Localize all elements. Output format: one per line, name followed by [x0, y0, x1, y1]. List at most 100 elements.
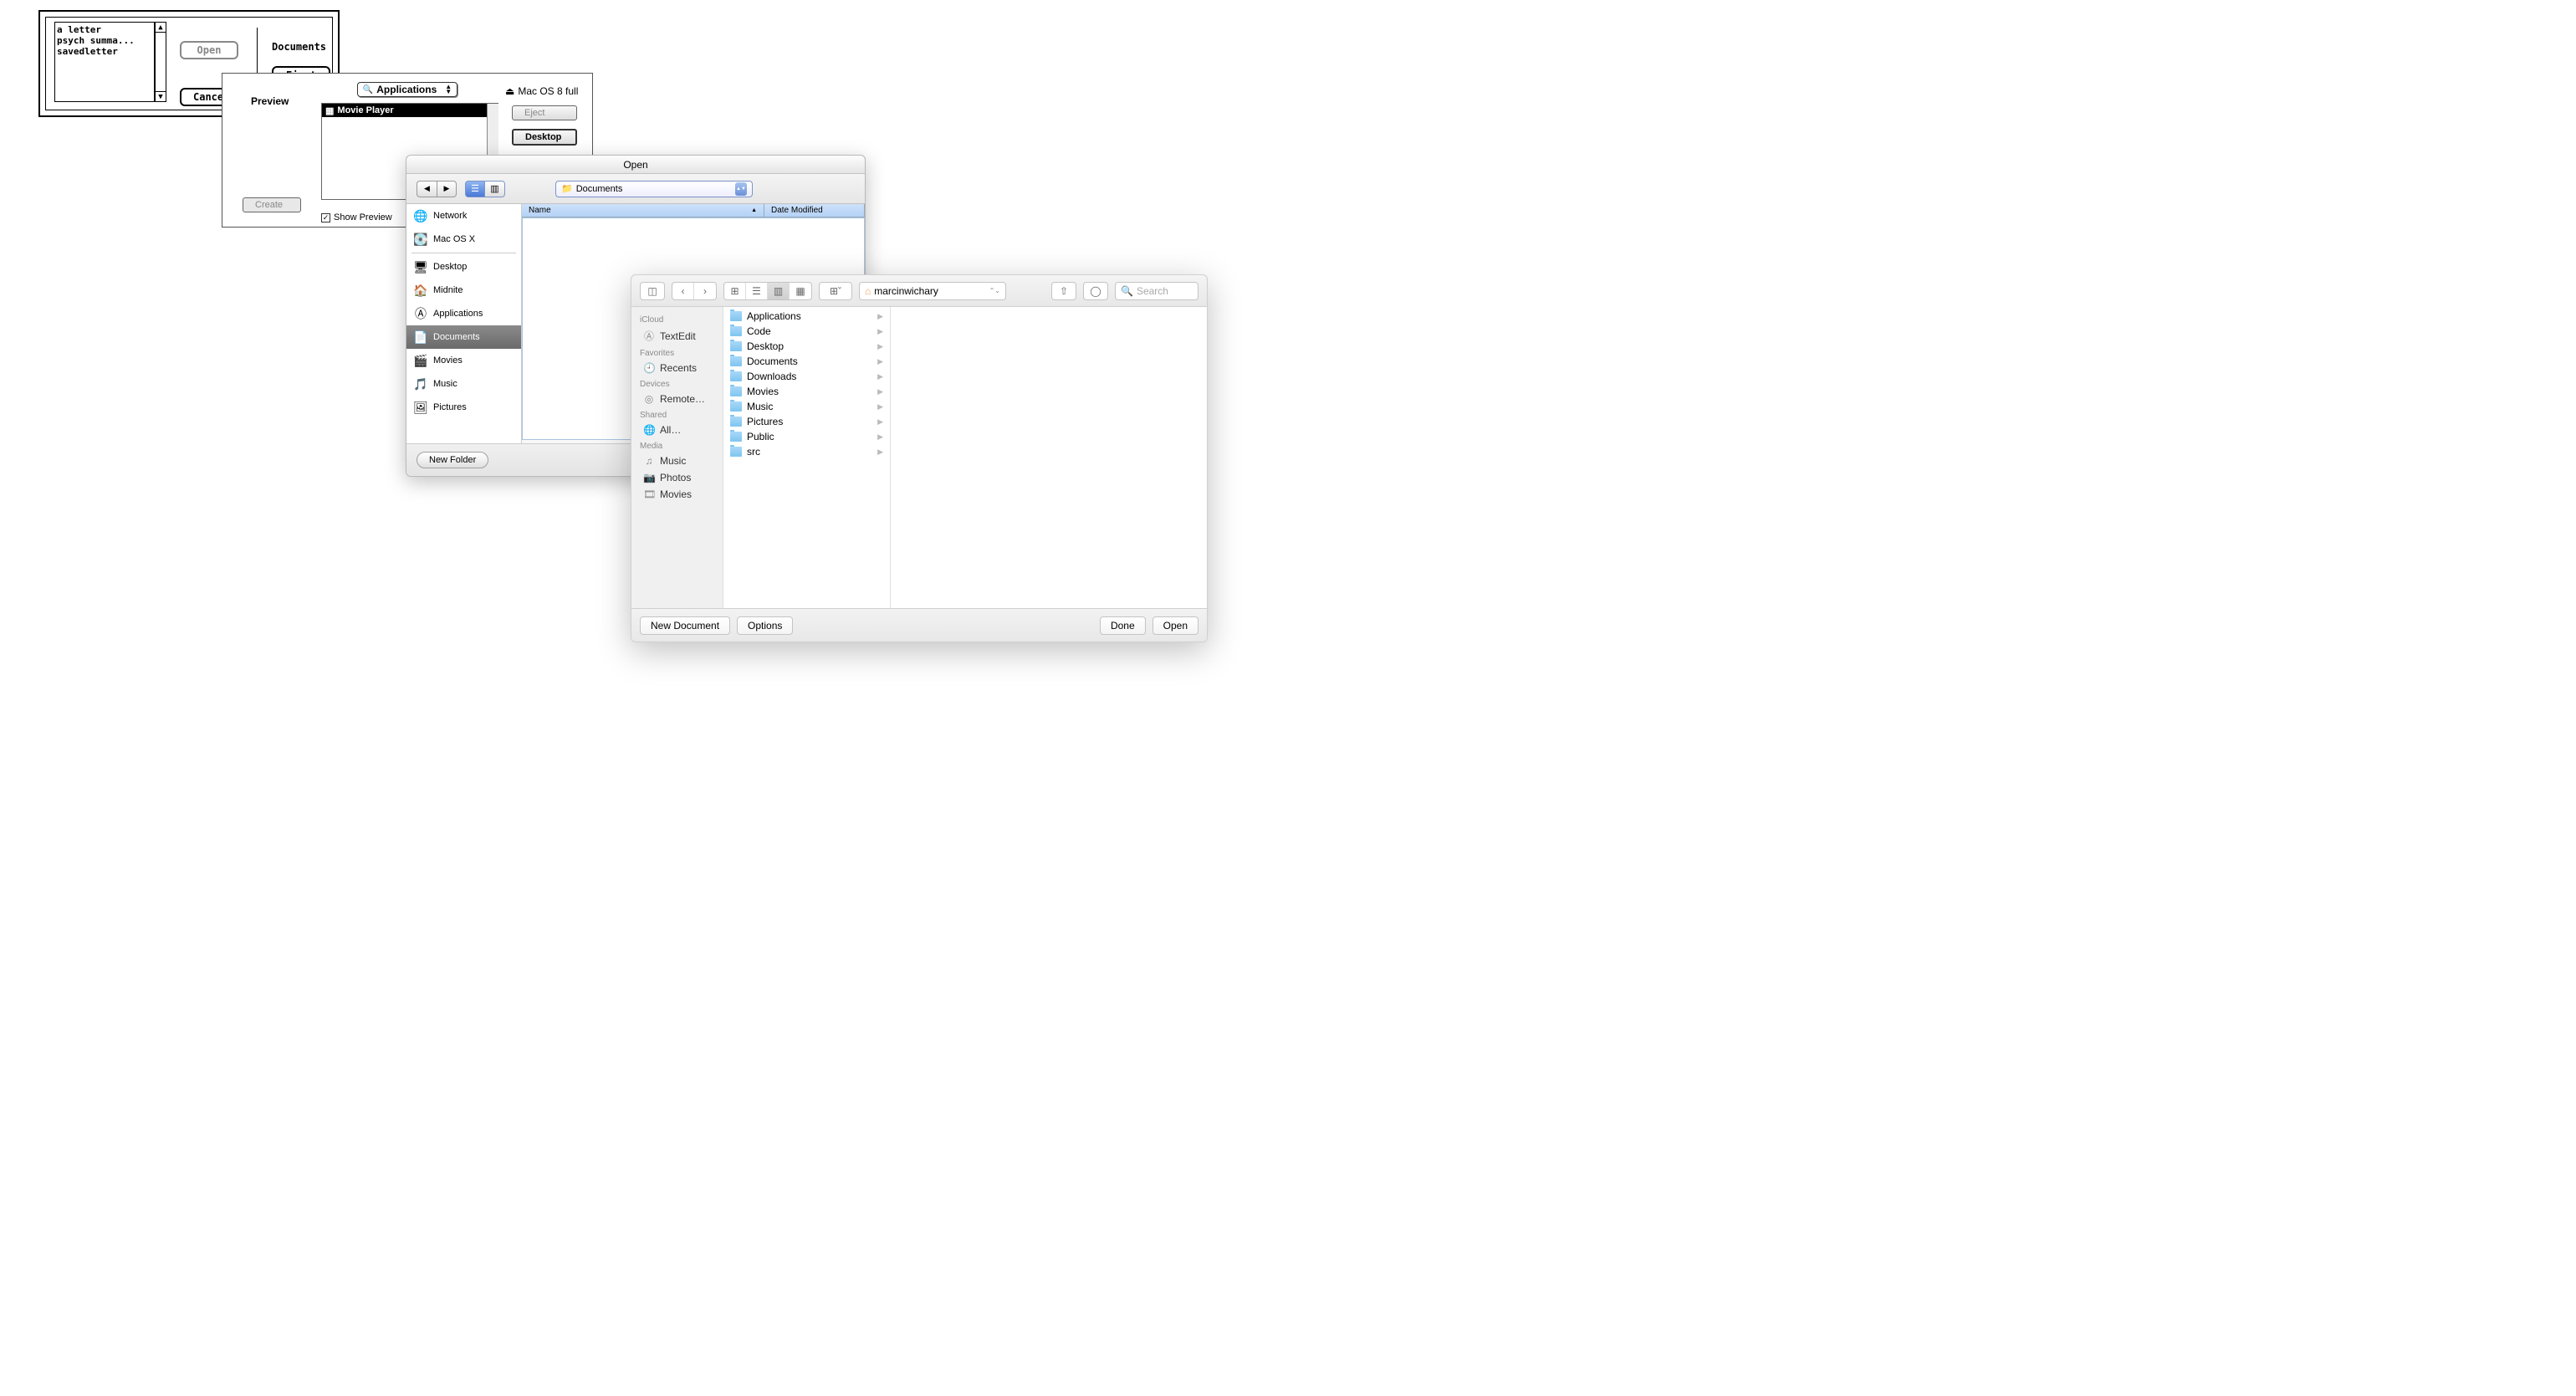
folder-item[interactable]: Code▶ [723, 324, 890, 339]
sidebar-item[interactable]: 🕘Recents [631, 360, 723, 376]
column-name[interactable]: Name▲ [522, 204, 764, 217]
empty-column[interactable] [891, 307, 1207, 608]
grid-icon: ⊞ [730, 285, 739, 297]
file-list[interactable]: a letter psych summa... savedletter [54, 22, 155, 102]
tags-button[interactable]: ◯ [1083, 282, 1108, 300]
file-item[interactable]: psych summa... [57, 35, 152, 46]
forward-button[interactable]: › [694, 283, 716, 299]
sidebar-item-disk[interactable]: 💽Mac OS X [406, 228, 521, 251]
show-preview-checkbox[interactable]: ✓ Show Preview [321, 212, 392, 222]
options-button[interactable]: Options [737, 616, 793, 635]
columns-icon: ▥ [774, 285, 783, 297]
sidebar-item[interactable]: ⒶTextEdit [631, 326, 723, 345]
column-date[interactable]: Date Modified [764, 204, 865, 217]
sidebar-item-pictures[interactable]: 🖼Pictures [406, 396, 521, 419]
folder-item[interactable]: Pictures▶ [723, 414, 890, 429]
sidebar-item[interactable]: ◎Remote… [631, 391, 723, 407]
create-button[interactable]: Create [243, 197, 301, 212]
sidebar-item-network[interactable]: 🌐Network [406, 204, 521, 228]
window-title: Open [406, 156, 865, 174]
desktop-button[interactable]: Desktop [512, 129, 577, 146]
sidebar-item-icon: Ⓐ [643, 329, 655, 343]
column-browser: Applications▶Code▶Desktop▶Documents▶Down… [723, 307, 1207, 608]
group-button[interactable]: ⊞ˇ [819, 282, 852, 300]
sidebar-item-applications[interactable]: ⒶApplications [406, 302, 521, 325]
sidebar-item-label: Photos [660, 472, 691, 483]
sidebar-item[interactable]: ♫Music [631, 453, 723, 469]
file-item-selected[interactable]: ▦ Movie Player [322, 104, 498, 117]
folder-item[interactable]: Movies▶ [723, 384, 890, 399]
folder-column[interactable]: Applications▶Code▶Desktop▶Documents▶Down… [723, 307, 891, 608]
sidebar-item-movies[interactable]: 🎬Movies [406, 349, 521, 372]
folder-item[interactable]: Downloads▶ [723, 369, 890, 384]
desktop-icon: 🖥 [413, 259, 428, 274]
tag-icon: ◯ [1090, 285, 1101, 297]
scroll-up-icon[interactable]: ▲ [156, 23, 166, 33]
folder-item[interactable]: Desktop▶ [723, 339, 890, 354]
sidebar: iCloudⒶTextEditFavorites🕘RecentsDevices◎… [631, 307, 723, 608]
column-headers: Name▲ Date Modified [522, 204, 865, 217]
back-button[interactable]: ◀ [417, 181, 437, 197]
sidebar-item-music[interactable]: 🎵Music [406, 372, 521, 396]
list-icon: ☰ [471, 183, 479, 194]
icon-view-button[interactable]: ⊞ [724, 283, 746, 299]
path-popup[interactable]: ⌂ marcinwichary ⌃⌄ [859, 282, 1006, 300]
folder-item[interactable]: Public▶ [723, 429, 890, 444]
folder-item[interactable]: src▶ [723, 444, 890, 459]
folder-icon [730, 356, 742, 366]
column-view-button[interactable]: ▥ [485, 181, 505, 197]
toolbar: ◫ ‹ › ⊞ ☰ ▥ ▦ ⊞ˇ ⌂ marcinwichary ⌃⌄ ⇧ ◯ … [631, 275, 1207, 307]
sidebar-item[interactable]: 🌐All… [631, 422, 723, 438]
sidebar-item-home[interactable]: 🏠Midnite [406, 279, 521, 302]
sidebar-group-header: Media [631, 438, 723, 453]
folder-icon [730, 417, 742, 427]
folder-item[interactable]: Applications▶ [723, 309, 890, 324]
chevron-right-icon: › [703, 285, 707, 297]
file-item[interactable]: a letter [57, 24, 152, 35]
chevron-right-icon: ▶ [877, 387, 883, 396]
folder-popup[interactable]: 🔍 Applications ▲▼ [357, 82, 457, 97]
documents-icon: 📄 [413, 330, 428, 345]
open-button[interactable]: Open [180, 41, 238, 59]
forward-button[interactable]: ▶ [437, 181, 457, 197]
sidebar-label: Midnite [433, 285, 463, 295]
file-item[interactable]: savedletter [57, 46, 152, 57]
chevron-right-icon: ▶ [877, 417, 883, 427]
column-view-button[interactable]: ▥ [768, 283, 790, 299]
path-label: marcinwichary [874, 285, 938, 297]
folder-name: Applications [747, 310, 801, 322]
open-button[interactable]: Open [1153, 616, 1199, 635]
new-folder-button[interactable]: New Folder [417, 452, 488, 468]
share-button[interactable]: ⇧ [1051, 282, 1076, 300]
done-button[interactable]: Done [1100, 616, 1146, 635]
scrollbar[interactable]: ▲ ▼ [155, 22, 166, 102]
folder-name: Public [747, 431, 774, 442]
list-view-button[interactable]: ☰ [746, 283, 768, 299]
folder-name: Documents [747, 355, 798, 367]
folder-name: Music [747, 401, 773, 412]
new-document-button[interactable]: New Document [640, 616, 730, 635]
view-buttons: ⊞ ☰ ▥ ▦ [723, 282, 812, 300]
sidebar-item-documents[interactable]: 📄Documents [406, 325, 521, 349]
list-view-button[interactable]: ☰ [465, 181, 485, 197]
back-button[interactable]: ‹ [672, 283, 694, 299]
chevron-right-icon: ▶ [877, 357, 883, 366]
sidebar-item[interactable]: 📷Photos [631, 469, 723, 486]
folder-item[interactable]: Music▶ [723, 399, 890, 414]
folder-icon [730, 341, 742, 351]
folder-icon: 🔍 [363, 85, 373, 95]
scroll-down-icon[interactable]: ▼ [156, 91, 166, 101]
gallery-view-button[interactable]: ▦ [790, 283, 811, 299]
folder-item[interactable]: Documents ▶ [723, 354, 890, 369]
music-icon: 🎵 [413, 376, 428, 391]
sidebar-toggle-button[interactable]: ◫ [640, 282, 665, 300]
sidebar-item-label: Remote… [660, 393, 705, 405]
search-field[interactable]: 🔍 Search [1115, 282, 1199, 300]
path-popup[interactable]: 📁 Documents ▲▼ [555, 181, 753, 197]
footer: New Document Options Done Open [631, 608, 1207, 642]
sidebar-item[interactable]: 🎞Movies [631, 486, 723, 503]
sidebar-group-header: Devices [631, 376, 723, 391]
sort-asc-icon: ▲ [751, 207, 757, 213]
eject-button[interactable]: Eject [512, 105, 577, 120]
sidebar-item-desktop[interactable]: 🖥Desktop [406, 255, 521, 279]
